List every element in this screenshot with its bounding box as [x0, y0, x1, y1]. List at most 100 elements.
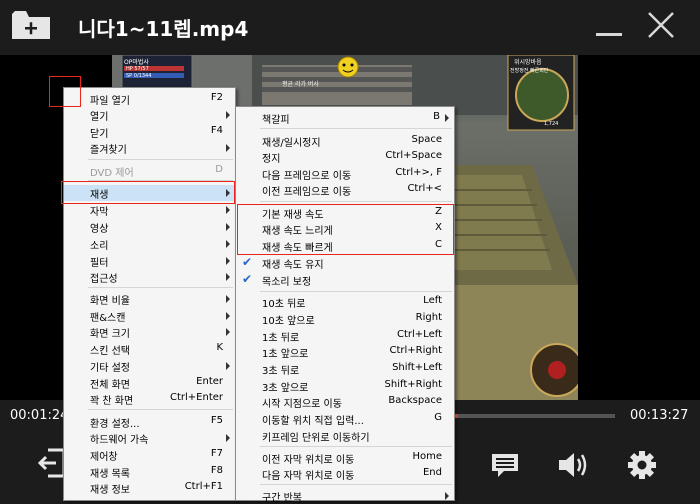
menu-item-label: 즐겨찾기: [90, 145, 127, 156]
context-menu: 파일 열기 F2 열기 닫기 F4 즐겨찾기 DVD 제어 D 재생 자막 영상 소리 필터 접근성 화면 …: [63, 87, 236, 501]
menu-item-dvd-제어[interactable]: DVD 제어 D: [64, 163, 235, 179]
menu-item-shortcut: Ctrl+F1: [184, 481, 223, 492]
exit-icon[interactable]: [38, 448, 66, 478]
menu-item-label: 소리: [90, 241, 109, 252]
menu-item-shortcut: Backspace: [388, 395, 442, 406]
checkmark-icon: ✔: [242, 272, 253, 286]
menu-item-label: 목소리 보정: [262, 277, 312, 288]
menu-item-label: 영상: [90, 224, 109, 235]
menu-item-소리[interactable]: 소리: [64, 236, 235, 252]
menu-item-1초-앞으로[interactable]: 1초 앞으로 Ctrl+Right: [236, 344, 454, 360]
menu-item-접근성[interactable]: 접근성: [64, 269, 235, 285]
play-menu-highlight-box: [61, 181, 235, 204]
menu-item-shortcut: Home: [412, 451, 442, 462]
menu-item-이동할-위치-직접-입력[interactable]: 이동할 위치 직접 입력... G: [236, 411, 454, 427]
menu-item-label: 재생 목록: [90, 469, 130, 480]
cursor-highlight-box: [49, 76, 81, 107]
menu-item-닫기[interactable]: 닫기 F4: [64, 124, 235, 140]
menu-item-shortcut: K: [216, 342, 223, 353]
menu-item-화면-크기[interactable]: 화면 크기: [64, 324, 235, 340]
menu-item-label: 1초 앞으로: [262, 349, 309, 360]
menu-separator: [88, 287, 233, 288]
menu-item-shortcut: D: [215, 164, 223, 175]
menu-item-label: 열기: [90, 112, 109, 123]
menu-item-재생-정보[interactable]: 재생 정보 Ctrl+F1: [64, 480, 235, 496]
menu-item-label: 화면 비율: [90, 296, 130, 307]
play-submenu: 책갈피 B 재생/일시정지 Space 정지 Ctrl+Space 다음 프레임으로 이동 C…: [235, 106, 455, 504]
menu-item-이전-프레임으로-이동[interactable]: 이전 프레임으로 이동 Ctrl+<: [236, 182, 454, 198]
menu-item-label: 10초 뒤로: [262, 299, 306, 310]
menu-item-환경-설정[interactable]: 환경 설정... F5: [64, 414, 235, 430]
menu-item-시작-지점으로-이동[interactable]: 시작 지점으로 이동 Backspace: [236, 394, 454, 410]
minimize-icon[interactable]: [596, 33, 622, 36]
open-folder-icon[interactable]: [12, 11, 50, 41]
menu-item-기타-설정[interactable]: 기타 설정: [64, 358, 235, 374]
menu-item-label: 이전 프레임으로 이동: [262, 187, 352, 198]
menu-item-label: 다음 자막 위치로 이동: [262, 471, 355, 482]
menu-item-구간-반복[interactable]: 구간 반복: [236, 488, 454, 504]
menu-separator: [260, 291, 452, 292]
menu-item-재생-일시정지[interactable]: 재생/일시정지 Space: [236, 133, 454, 149]
menu-item-shortcut: F5: [210, 415, 223, 426]
menu-item-label: 1초 뒤로: [262, 333, 300, 344]
subtitle-icon[interactable]: [490, 452, 520, 478]
menu-item-label: 자막: [90, 207, 109, 218]
menu-item-키프레임-단위로-이동하기[interactable]: 키프레임 단위로 이동하기: [236, 428, 454, 444]
sp-label: SP 0/1344: [126, 73, 152, 79]
menu-item-10초-뒤로[interactable]: 10초 뒤로 Left: [236, 294, 454, 310]
menu-item-label: 재생/일시정지: [262, 138, 321, 149]
menu-item-label: 재생 속도 유지: [262, 260, 324, 271]
menu-item-shortcut: B: [433, 111, 440, 122]
submenu-arrow-icon: [226, 111, 230, 119]
menu-item-재생-속도-유지[interactable]: ✔ 재생 속도 유지: [236, 255, 454, 271]
submenu-arrow-icon: [226, 257, 230, 265]
menu-item-하드웨어-가속[interactable]: 하드웨어 가속: [64, 430, 235, 446]
menu-item-3초-뒤로[interactable]: 3초 뒤로 Shift+Left: [236, 361, 454, 377]
menu-item-다음-프레임으로-이동[interactable]: 다음 프레임으로 이동 Ctrl+>, F: [236, 166, 454, 182]
menu-item-label: 화면 크기: [90, 329, 130, 340]
menu-item-자막[interactable]: 자막: [64, 202, 235, 218]
menu-separator: [260, 446, 452, 447]
menu-item-shortcut: F7: [210, 448, 223, 459]
minimap-subtitle: 전방정전 빠른회만: [510, 68, 549, 74]
menu-item-제어창[interactable]: 제어창 F7: [64, 447, 235, 463]
menu-item-label: 키프레임 단위로 이동하기: [262, 433, 370, 444]
menu-item-파일-열기[interactable]: 파일 열기 F2: [64, 91, 235, 107]
menu-item-화면-비율[interactable]: 화면 비율: [64, 291, 235, 307]
menu-separator: [88, 159, 233, 160]
menu-item-꽉-찬-화면[interactable]: 꽉 찬 화면 Ctrl+Enter: [64, 391, 235, 407]
menu-item-팬-스캔[interactable]: 팬&스캔: [64, 308, 235, 324]
menu-item-필터[interactable]: 필터: [64, 253, 235, 269]
menu-item-label: 이전 자막 위치로 이동: [262, 455, 355, 466]
menu-item-책갈피[interactable]: 책갈피 B: [236, 110, 454, 126]
window-title: 니다1~11렙.mp4: [78, 17, 249, 41]
menu-item-이전-자막-위치로-이동[interactable]: 이전 자막 위치로 이동 Home: [236, 450, 454, 466]
menu-item-shortcut: End: [422, 467, 442, 478]
menu-item-1초-뒤로[interactable]: 1초 뒤로 Ctrl+Left: [236, 328, 454, 344]
menu-item-즐겨찾기[interactable]: 즐겨찾기: [64, 140, 235, 156]
menu-separator: [260, 128, 452, 129]
menu-item-label: 팬&스캔: [90, 313, 126, 324]
hp-label: HP 57/57: [126, 66, 149, 72]
menu-item-10초-앞으로[interactable]: 10초 앞으로 Right: [236, 311, 454, 327]
menu-item-영상[interactable]: 영상: [64, 219, 235, 235]
menu-item-shortcut: Ctrl+Space: [385, 150, 442, 161]
menu-item-전체-화면[interactable]: 전체 화면 Enter: [64, 375, 235, 391]
menu-item-shortcut: F4: [210, 125, 223, 136]
menu-item-label: 환경 설정...: [90, 419, 140, 430]
close-icon[interactable]: [646, 10, 676, 40]
menu-item-정지[interactable]: 정지 Ctrl+Space: [236, 149, 454, 165]
submenu-arrow-icon: [226, 273, 230, 281]
menu-item-재생-목록[interactable]: 재생 목록 F8: [64, 464, 235, 480]
menu-item-스킨-선택[interactable]: 스킨 선택 K: [64, 341, 235, 357]
menu-item-목소리-보정[interactable]: ✔ 목소리 보정: [236, 272, 454, 288]
menu-item-다음-자막-위치로-이동[interactable]: 다음 자막 위치로 이동 End: [236, 466, 454, 482]
menu-item-label: 정지: [262, 154, 281, 165]
submenu-arrow-icon: [226, 240, 230, 248]
menu-item-열기[interactable]: 열기: [64, 107, 235, 123]
submenu-arrow-icon: [445, 114, 449, 122]
volume-icon[interactable]: [557, 451, 589, 479]
settings-gear-icon[interactable]: [627, 450, 657, 480]
menu-item-3초-앞으로[interactable]: 3초 앞으로 Shift+Right: [236, 378, 454, 394]
title-bar: 니다1~11렙.mp4: [0, 0, 700, 55]
